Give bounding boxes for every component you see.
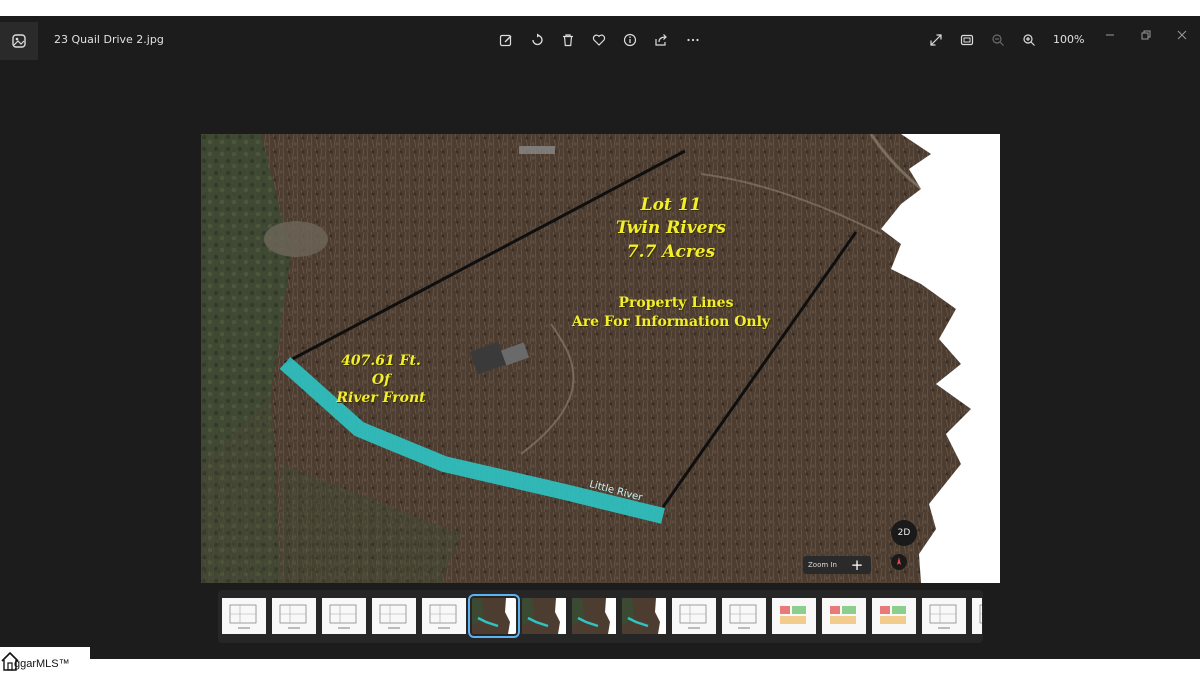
thumbnail[interactable] — [372, 598, 416, 634]
thumbnail[interactable] — [872, 598, 916, 634]
thumbnail[interactable] — [422, 598, 466, 634]
zoom-in-icon[interactable] — [1018, 30, 1040, 50]
thumbnail[interactable] — [672, 598, 716, 634]
more-icon[interactable] — [682, 30, 704, 50]
minimize-icon[interactable] — [1100, 26, 1120, 44]
thumbnail[interactable] — [222, 598, 266, 634]
favorite-icon[interactable] — [588, 30, 610, 50]
thumbnail[interactable] — [272, 598, 316, 634]
share-icon[interactable] — [650, 30, 672, 50]
restore-icon[interactable] — [1136, 26, 1156, 44]
zoom-level[interactable]: 100% — [1053, 33, 1084, 46]
fullscreen-icon[interactable] — [925, 30, 947, 50]
title-bar: 23 Quail Drive 2.jpg 100% — [0, 16, 1200, 64]
mls-watermark: ggarMLS™ — [0, 647, 90, 675]
lot-subdivision: Twin Rivers — [616, 218, 726, 238]
lot-title: Lot 11 — [640, 195, 702, 215]
disclaimer-line-2: Are For Information Only — [571, 314, 771, 330]
thumbnail[interactable] — [772, 598, 816, 634]
photos-app-window: 23 Quail Drive 2.jpg 100% Lot 11 Twin Ri… — [0, 16, 1200, 659]
thumbnail[interactable] — [822, 598, 866, 634]
close-icon[interactable] — [1172, 26, 1192, 44]
river-front-label: River Front — [336, 390, 426, 406]
mls-watermark-text: ggarMLS™ — [14, 658, 70, 670]
edit-icon[interactable] — [495, 30, 517, 50]
compass-icon — [891, 554, 907, 570]
thumbnail[interactable] — [922, 598, 966, 634]
thumbnail[interactable] — [622, 598, 666, 634]
aerial-photo: Lot 11 Twin Rivers 7.7 Acres Property Li… — [201, 134, 1000, 583]
river-front-length: 407.61 Ft. — [341, 353, 421, 369]
lot-acres: 7.7 Acres — [626, 242, 716, 262]
river-front-of: Of — [371, 372, 391, 388]
thumbnail-filmstrip — [218, 590, 983, 643]
delete-icon[interactable] — [557, 30, 579, 50]
fit-to-window-icon[interactable] — [956, 30, 978, 50]
disclaimer-line-1: Property Lines — [618, 295, 734, 311]
rotate-icon[interactable] — [526, 30, 548, 50]
thumbnail[interactable] — [972, 598, 982, 634]
file-name: 23 Quail Drive 2.jpg — [54, 33, 164, 46]
map-2d-toggle: 2D — [891, 520, 917, 546]
thumbnail[interactable] — [572, 598, 616, 634]
thumbnail[interactable] — [322, 598, 366, 634]
photos-app-icon[interactable] — [0, 22, 38, 60]
map-zoom-plus: + — [850, 556, 864, 574]
info-icon[interactable] — [619, 30, 641, 50]
zoom-out-icon[interactable] — [987, 30, 1009, 50]
thumbnail[interactable] — [468, 594, 520, 638]
thumbnail[interactable] — [522, 598, 566, 634]
thumbnail[interactable] — [722, 598, 766, 634]
